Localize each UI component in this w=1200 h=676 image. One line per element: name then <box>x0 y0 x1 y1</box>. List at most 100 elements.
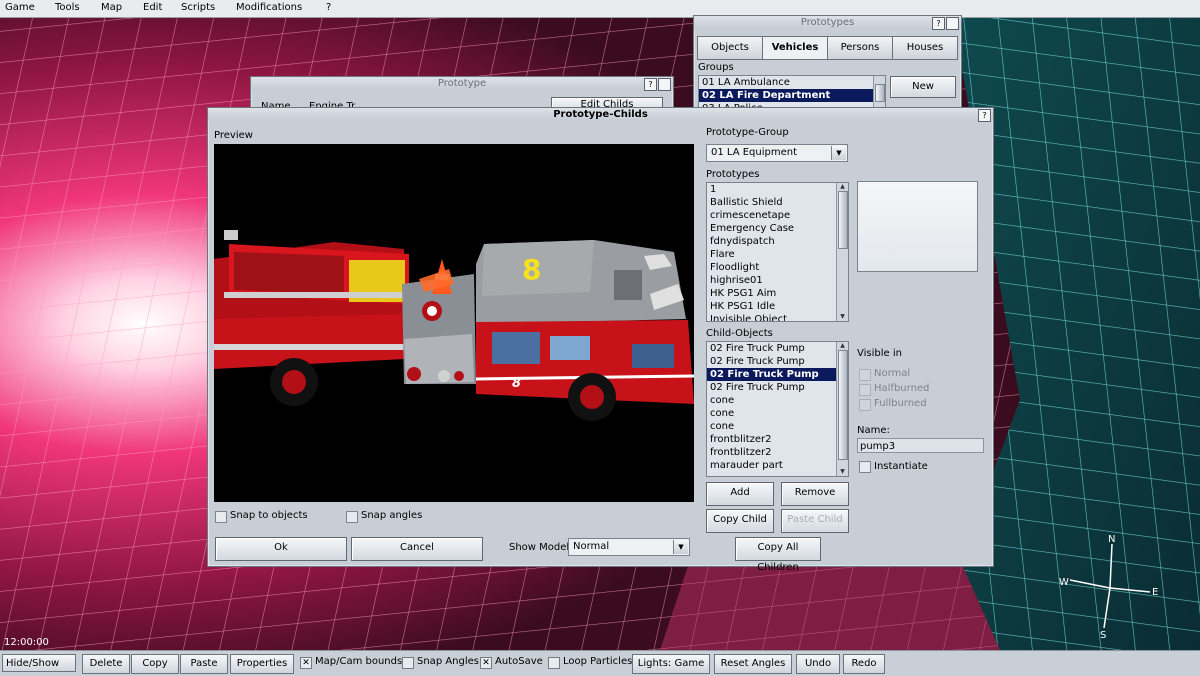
menu-help[interactable]: ? <box>326 2 331 13</box>
prototype-group-select[interactable]: 01 LA Equipment ▼ <box>706 144 848 162</box>
scrollbar[interactable]: ▲ ▼ <box>836 342 848 476</box>
map-cam-bounds-checkbox[interactable]: ✕ <box>300 657 312 669</box>
list-item[interactable]: 02 Fire Truck Pump <box>707 342 848 355</box>
delete-button[interactable]: Delete <box>82 654 130 674</box>
snap-angles-toolbar-label: Snap Angles <box>417 656 480 667</box>
cancel-button[interactable]: Cancel <box>351 537 483 561</box>
reset-angles-button[interactable]: Reset Angles <box>714 654 792 674</box>
child-name-input[interactable]: pump3 <box>857 438 984 453</box>
preview-label: Preview <box>214 130 253 141</box>
visible-normal-checkbox[interactable] <box>859 369 871 381</box>
scroll-up-icon[interactable]: ▲ <box>837 183 848 191</box>
list-item[interactable]: HK PSG1 Idle <box>707 300 848 313</box>
hide-show-button[interactable]: Hide/Show <box>2 654 76 672</box>
game-time: 12:00:00 <box>4 637 49 648</box>
menu-tools[interactable]: Tools <box>55 2 80 13</box>
show-model-label: Show Model <box>509 542 570 553</box>
list-item[interactable]: Emergency Case <box>707 222 848 235</box>
scrollbar[interactable]: ▲ ▼ <box>836 183 848 321</box>
compass-s: S <box>1100 630 1106 640</box>
prototype-group-label: Prototype-Group <box>706 127 789 138</box>
help-icon[interactable]: ? <box>644 78 657 91</box>
list-item[interactable]: 02 LA Fire Department <box>699 89 885 102</box>
tab-vehicles[interactable]: Vehicles <box>762 36 828 60</box>
visible-halfburned-checkbox[interactable] <box>859 384 871 396</box>
paste-child-button[interactable]: Paste Child <box>781 509 849 533</box>
help-icon[interactable]: ? <box>978 109 991 122</box>
prototype-group-value: 01 LA Equipment <box>711 147 798 158</box>
ok-button[interactable]: Ok <box>215 537 347 561</box>
compass-n: N <box>1108 534 1115 545</box>
scroll-up-icon[interactable]: ▲ <box>837 342 848 350</box>
snap-to-objects-checkbox[interactable] <box>215 511 227 523</box>
loop-particles-checkbox[interactable] <box>548 657 560 669</box>
show-model-select[interactable]: Normal ▼ <box>568 538 690 556</box>
compass-icon: N E S W <box>1059 534 1158 640</box>
snap-angles-toolbar-checkbox[interactable] <box>402 657 414 669</box>
menu-scripts[interactable]: Scripts <box>181 2 215 13</box>
list-item[interactable]: Invisible Object <box>707 313 848 321</box>
bottom-toolbar: Hide/Show Delete Copy Paste Properties ✕… <box>0 650 1200 676</box>
copy-all-children-button[interactable]: Copy All Children <box>735 537 821 573</box>
snap-angles-checkbox[interactable] <box>346 511 358 523</box>
close-icon[interactable] <box>658 78 671 91</box>
undo-button[interactable]: Undo <box>796 654 840 674</box>
preview-viewport[interactable]: 8 8 <box>214 144 694 502</box>
list-item[interactable]: cone <box>707 407 848 420</box>
fire-truck-model: 8 8 <box>214 230 694 421</box>
remove-child-button[interactable]: Remove <box>781 482 849 506</box>
autosave-checkbox[interactable]: ✕ <box>480 657 492 669</box>
list-item[interactable]: 1 <box>707 183 848 196</box>
scrollbar[interactable] <box>873 76 885 110</box>
list-item[interactable]: Floodlight <box>707 261 848 274</box>
groups-label: Groups <box>698 62 734 73</box>
scroll-down-icon[interactable]: ▼ <box>837 468 848 476</box>
list-item[interactable]: fdnydispatch <box>707 235 848 248</box>
chevron-down-icon[interactable]: ▼ <box>831 146 846 160</box>
list-item-selected[interactable]: 02 Fire Truck Pump <box>707 368 848 381</box>
help-icon[interactable]: ? <box>932 17 945 30</box>
redo-button[interactable]: Redo <box>843 654 885 674</box>
compass-e: E <box>1152 587 1158 598</box>
list-item[interactable]: marauder part <box>707 459 848 472</box>
list-item[interactable]: cone <box>707 394 848 407</box>
copy-button[interactable]: Copy <box>131 654 179 674</box>
new-group-button[interactable]: New <box>890 76 956 98</box>
lights-button[interactable]: Lights: Game <box>632 654 710 674</box>
groups-list[interactable]: 01 LA Ambulance 02 LA Fire Department 03… <box>698 75 886 111</box>
child-objects-label: Child-Objects <box>706 328 773 339</box>
menu-modifications[interactable]: Modifications <box>236 2 302 13</box>
scroll-down-icon[interactable]: ▼ <box>837 313 848 321</box>
copy-child-button[interactable]: Copy Child <box>706 509 774 533</box>
instantiate-checkbox[interactable] <box>859 461 871 473</box>
chevron-down-icon[interactable]: ▼ <box>673 540 688 554</box>
tab-objects[interactable]: Objects <box>697 36 763 60</box>
list-item[interactable]: cone <box>707 420 848 433</box>
list-item[interactable]: Flare <box>707 248 848 261</box>
prototypes-label: Prototypes <box>706 169 760 180</box>
menu-map[interactable]: Map <box>101 2 122 13</box>
prototypes-list[interactable]: 1 Ballistic Shield crimescenetape Emerge… <box>706 182 849 322</box>
list-item[interactable]: highrise01 <box>707 274 848 287</box>
close-icon[interactable] <box>946 17 959 30</box>
list-item[interactable]: 02 Fire Truck Pump <box>707 355 848 368</box>
list-item[interactable]: crimescenetape <box>707 209 848 222</box>
child-objects-list[interactable]: 02 Fire Truck Pump 02 Fire Truck Pump 02… <box>706 341 849 477</box>
list-item[interactable]: Ballistic Shield <box>707 196 848 209</box>
menu-game[interactable]: Game <box>5 2 35 13</box>
tab-persons[interactable]: Persons <box>827 36 893 60</box>
list-item[interactable]: 01 LA Ambulance <box>699 76 885 89</box>
autosave-label: AutoSave <box>495 656 543 667</box>
menu-edit[interactable]: Edit <box>143 2 162 13</box>
list-item[interactable]: frontblitzer2 <box>707 433 848 446</box>
paste-button[interactable]: Paste <box>180 654 228 674</box>
snap-angles-label: Snap angles <box>361 510 423 521</box>
add-child-button[interactable]: Add <box>706 482 774 506</box>
list-item[interactable]: HK PSG1 Aim <box>707 287 848 300</box>
properties-button[interactable]: Properties <box>230 654 294 674</box>
list-item[interactable]: 02 Fire Truck Pump <box>707 381 848 394</box>
list-item[interactable]: frontblitzer2 <box>707 446 848 459</box>
tab-houses[interactable]: Houses <box>892 36 958 60</box>
map-cam-bounds-label: Map/Cam bounds <box>315 656 403 667</box>
visible-fullburned-checkbox[interactable] <box>859 399 871 411</box>
